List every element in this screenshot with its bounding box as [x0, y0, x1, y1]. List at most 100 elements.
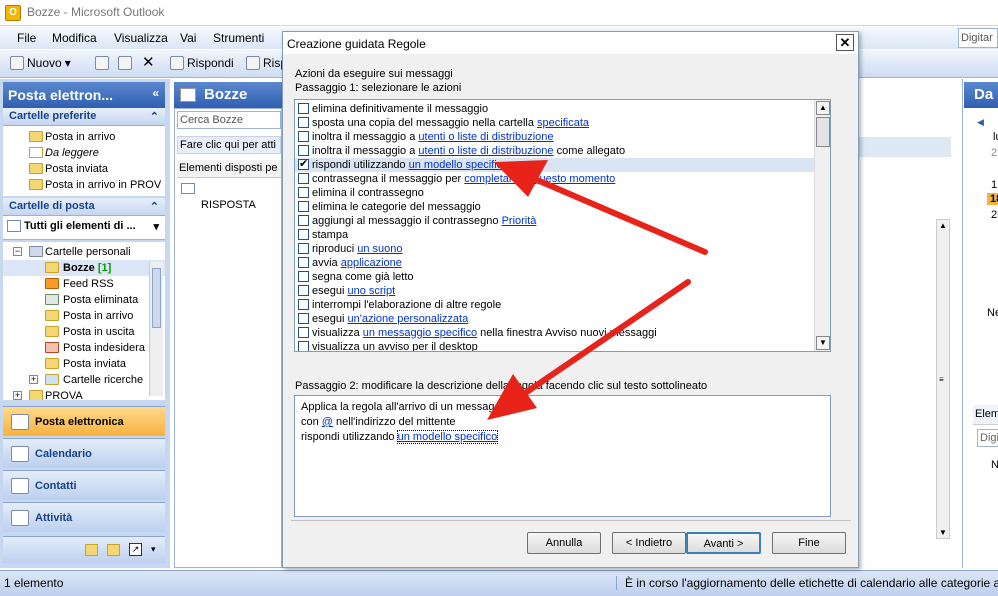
- action-checkbox[interactable]: [298, 103, 309, 114]
- arranged-by-header[interactable]: Elementi disposti pe: [177, 160, 281, 178]
- action-checkbox[interactable]: [298, 313, 309, 324]
- action-checkbox[interactable]: [298, 131, 309, 142]
- scrollbar-thumb[interactable]: [816, 117, 830, 147]
- action-checkbox[interactable]: [298, 145, 309, 156]
- scroll-icon[interactable]: ≡: [939, 375, 944, 384]
- action-row[interactable]: visualizza un messaggio specifico nella …: [295, 326, 815, 340]
- click-to-add-field[interactable]: Fare clic qui per atti: [177, 136, 281, 154]
- fav-to-read[interactable]: Da leggere: [3, 145, 165, 161]
- action-row[interactable]: inoltra il messaggio a utenti o liste di…: [295, 130, 815, 144]
- nav-contacts-button[interactable]: Contatti: [3, 470, 165, 500]
- configure-buttons-icon[interactable]: ▾: [151, 544, 156, 555]
- action-link[interactable]: utenti o liste di distribuzione: [418, 131, 553, 143]
- action-row[interactable]: elimina il contrassegno: [295, 186, 815, 200]
- action-link[interactable]: un modello specifico: [409, 159, 509, 171]
- today-label[interactable]: 18: [987, 193, 998, 205]
- action-link[interactable]: un suono: [357, 243, 402, 255]
- action-checkbox[interactable]: [298, 341, 309, 351]
- action-row[interactable]: contrassegna il messaggio per completare…: [295, 172, 815, 186]
- action-checkbox[interactable]: [298, 117, 309, 128]
- cancel-button[interactable]: Annulla: [527, 532, 601, 554]
- action-checkbox[interactable]: [298, 173, 309, 184]
- tree-sent[interactable]: Posta inviata: [3, 356, 165, 372]
- collapse-tree-icon[interactable]: −: [13, 247, 22, 256]
- drafts-search-input[interactable]: Cerca Bozze: [177, 111, 281, 129]
- tree-deleted[interactable]: Posta eliminata: [3, 292, 165, 308]
- delete-button[interactable]: ✕: [142, 53, 155, 71]
- tree-rss[interactable]: Feed RSS: [3, 276, 165, 292]
- specific-template-link[interactable]: un modello specifico: [396, 430, 499, 444]
- action-link[interactable]: specificata: [537, 117, 589, 129]
- action-row[interactable]: esegui un'azione personalizzata: [295, 312, 815, 326]
- reply-all-button[interactable]: Risp: [246, 56, 287, 70]
- expand-tree-icon[interactable]: +: [13, 391, 22, 400]
- actions-list[interactable]: elimina definitivamente il messaggio spos…: [294, 99, 831, 352]
- menu-vai[interactable]: Vai: [180, 31, 196, 45]
- action-checkbox[interactable]: [298, 285, 309, 296]
- action-checkbox[interactable]: [298, 271, 309, 282]
- tree-search-folders[interactable]: + Cartelle ricerche: [3, 372, 165, 388]
- menu-visualizza[interactable]: Visualizza: [114, 31, 168, 45]
- tree-personal-folders[interactable]: − Cartelle personali: [3, 244, 165, 260]
- action-checkbox[interactable]: [298, 243, 309, 254]
- new-button[interactable]: Nuovo ▾: [10, 56, 71, 70]
- action-row[interactable]: elimina definitivamente il messaggio: [295, 102, 815, 116]
- nav-calendar-button[interactable]: Calendario: [3, 438, 165, 468]
- scroll-up-icon[interactable]: ▲: [939, 221, 947, 230]
- action-row[interactable]: sposta una copia del messaggio nella car…: [295, 116, 815, 130]
- action-link[interactable]: applicazione: [341, 257, 402, 269]
- action-row[interactable]: stampa: [295, 228, 815, 242]
- collapse-pane-icon[interactable]: «: [152, 86, 159, 100]
- action-checkbox[interactable]: [298, 257, 309, 268]
- action-checkbox[interactable]: [298, 229, 309, 240]
- action-row[interactable]: inoltra il messaggio a utenti o liste di…: [295, 144, 815, 158]
- fav-inbox[interactable]: Posta in arrivo: [3, 129, 165, 145]
- menu-strumenti[interactable]: Strumenti: [213, 31, 264, 45]
- scroll-down-icon[interactable]: ▼: [816, 336, 830, 350]
- reading-pane-scrollbar[interactable]: ▲ ≡ ▼: [936, 219, 950, 539]
- back-button[interactable]: < Indietro: [612, 532, 686, 554]
- folder-list-icon[interactable]: [107, 544, 120, 556]
- action-row[interactable]: visualizza un avviso per il desktop: [295, 340, 815, 351]
- action-link[interactable]: un'azione personalizzata: [347, 313, 468, 325]
- action-row[interactable]: segna come già letto: [295, 270, 815, 284]
- action-row[interactable]: elimina le categorie del messaggio: [295, 200, 815, 214]
- action-checkbox[interactable]: [298, 299, 309, 310]
- finish-button[interactable]: Fine: [772, 532, 846, 554]
- action-row[interactable]: riproduci un suono: [295, 242, 815, 256]
- expand-tree-icon[interactable]: +: [29, 375, 38, 384]
- tree-inbox[interactable]: Posta in arrivo: [3, 308, 165, 324]
- scrollbar-thumb[interactable]: [152, 268, 161, 328]
- all-items-selector[interactable]: Tutti gli elementi di ... ▾: [3, 216, 165, 240]
- nav-mail-button[interactable]: Posta elettronica: [3, 406, 165, 436]
- tree-drafts[interactable]: Bozze [1]: [3, 260, 165, 276]
- action-row[interactable]: aggiungi al messaggio il contrassegno Pr…: [295, 214, 815, 228]
- sender-address-link[interactable]: @: [322, 416, 333, 428]
- favorites-header[interactable]: Cartelle preferite ⌃: [3, 108, 165, 126]
- action-link[interactable]: un messaggio specifico: [363, 327, 477, 339]
- action-link[interactable]: utenti o liste di distribuzione: [418, 145, 553, 157]
- shortcuts-icon[interactable]: ↗: [129, 543, 142, 556]
- scroll-up-icon[interactable]: ▲: [816, 101, 830, 115]
- action-checkbox[interactable]: [298, 215, 309, 226]
- action-row[interactable]: avvia applicazione: [295, 256, 815, 270]
- next-button[interactable]: Avanti >: [686, 532, 761, 554]
- tree-outbox[interactable]: Posta in uscita: [3, 324, 165, 340]
- nav-tasks-button[interactable]: Attività: [3, 502, 165, 532]
- menu-modifica[interactable]: Modifica: [52, 31, 97, 45]
- action-checkbox[interactable]: [298, 201, 309, 212]
- notes-icon[interactable]: [85, 544, 98, 556]
- action-checkbox[interactable]: [298, 157, 309, 171]
- action-row[interactable]: esegui uno script: [295, 284, 815, 298]
- tree-junk[interactable]: Posta indesidera: [3, 340, 165, 356]
- scroll-down-icon[interactable]: ▼: [939, 528, 947, 537]
- action-link[interactable]: Priorità: [502, 215, 537, 227]
- actions-scrollbar[interactable]: ▲ ▼: [814, 100, 830, 351]
- folder-tree-scrollbar[interactable]: [149, 262, 163, 396]
- move-button[interactable]: [118, 56, 132, 70]
- action-row[interactable]: interrompi l'elaborazione di altre regol…: [295, 298, 815, 312]
- reply-button[interactable]: Rispondi: [170, 56, 234, 70]
- action-checkbox[interactable]: [298, 187, 309, 198]
- fav-inbox-prov[interactable]: Posta in arrivo in PROV: [3, 177, 165, 193]
- action-checkbox[interactable]: [298, 327, 309, 338]
